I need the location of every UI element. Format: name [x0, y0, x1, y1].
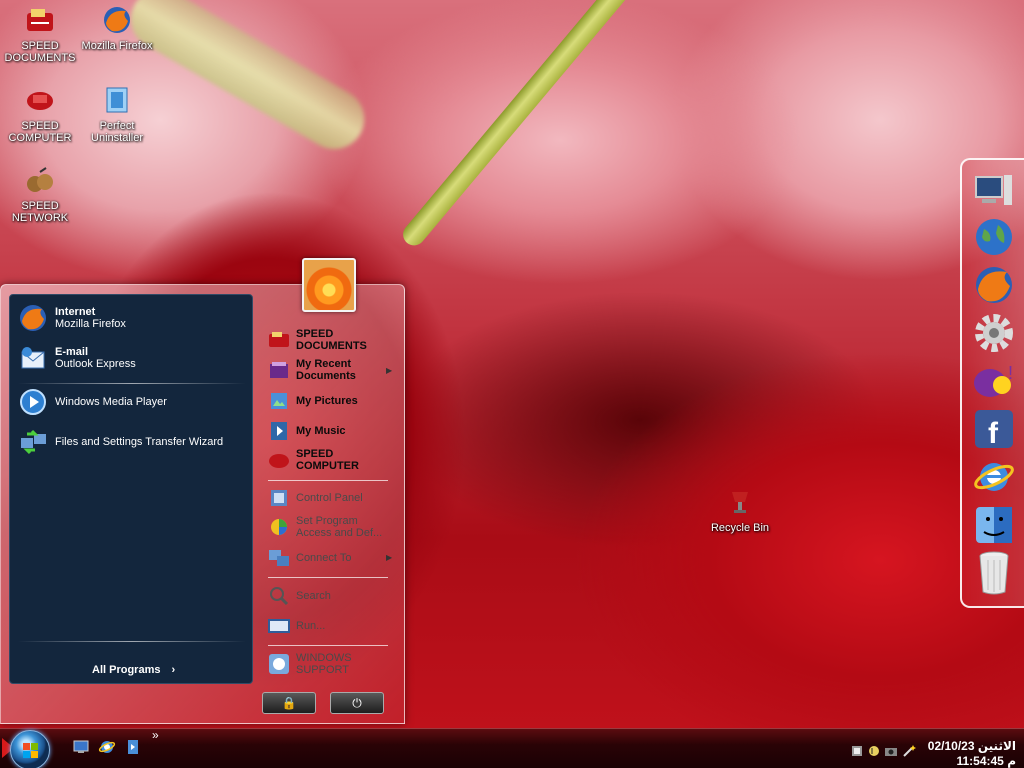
control-panel-icon — [268, 487, 290, 509]
desktop-icon-speed-computer[interactable]: SPEED COMPUTER — [0, 84, 80, 144]
facebook-icon: f — [974, 409, 1014, 454]
all-programs-button[interactable]: All Programs › — [92, 664, 175, 676]
start-right-run[interactable]: Run... — [268, 615, 325, 637]
trash-icon — [977, 550, 1011, 601]
start-right-my-recent-documents[interactable]: My Recent Documents — [268, 358, 356, 382]
desktop-icon-mozilla-firefox[interactable]: Mozilla Firefox — [77, 4, 157, 52]
start-right-my-pictures[interactable]: My Pictures — [268, 390, 358, 412]
yahoo-messenger-icon: ! — [972, 361, 1016, 406]
desktop-icon-recycle-bin[interactable]: Recycle Bin — [700, 486, 780, 534]
recent-files-settings-transfer-wizard[interactable]: Files and Settings Transfer Wizard — [18, 427, 223, 457]
dock-globe[interactable] — [972, 218, 1016, 260]
pinned-internet[interactable]: Internet Mozilla Firefox — [18, 303, 126, 333]
desktop-icon-speed-documents[interactable]: SPEED DOCUMENTS — [0, 4, 80, 64]
shutdown-button[interactable]: ⏻ — [330, 692, 384, 714]
internet-explorer-icon — [972, 457, 1016, 502]
start-right-windows-support[interactable]: WINDOWS SUPPORT — [268, 652, 352, 676]
lock-icon: 🔒 — [281, 696, 297, 710]
speed-network-icon — [24, 164, 56, 196]
dock-yahoo-messenger[interactable]: ! — [972, 362, 1016, 404]
separator — [268, 480, 388, 481]
start-right-connect-to[interactable]: Connect To — [268, 547, 351, 569]
svg-text:f: f — [988, 417, 999, 449]
media-player-icon — [126, 739, 140, 760]
transfer-wizard-icon — [18, 427, 48, 457]
connect-to-icon — [268, 547, 290, 569]
start-right-control-panel[interactable]: Control Panel — [268, 487, 363, 509]
start-menu-left-pane: Internet Mozilla Firefox E-mail Outlook Ex… — [9, 294, 253, 684]
dock-facebook[interactable]: f — [972, 409, 1016, 454]
search-icon — [268, 585, 290, 607]
media-player-icon — [18, 387, 48, 417]
submenu-arrow-icon: ▶ — [386, 553, 393, 562]
recycle-bin-icon — [724, 486, 756, 518]
user-picture[interactable] — [302, 258, 356, 312]
recent-documents-icon — [268, 359, 290, 381]
start-right-set-program-access[interactable]: Set Program Access and Def... — [268, 515, 382, 539]
perfect-uninstaller-icon — [101, 84, 133, 116]
speed-computer-icon — [268, 449, 290, 471]
arrow-right-icon: › — [171, 664, 176, 676]
dock-trash[interactable] — [972, 551, 1016, 596]
lock-button[interactable]: 🔒 — [262, 692, 316, 714]
music-icon — [268, 420, 290, 442]
windows-support-icon — [268, 653, 290, 675]
internet-explorer-icon — [98, 739, 116, 760]
speed-computer-icon — [24, 84, 56, 116]
start-button[interactable] — [10, 730, 50, 768]
separator — [18, 383, 246, 384]
show-desktop-icon — [73, 740, 89, 759]
desktop-icon-perfect-uninstaller[interactable]: Perfect Uninstaller — [77, 84, 157, 144]
dock-settings[interactable] — [972, 313, 1016, 358]
submenu-arrow-icon: ▶ — [386, 366, 393, 375]
svg-text:!: ! — [1008, 363, 1013, 383]
dock-computer[interactable] — [972, 172, 1016, 214]
set-program-access-icon — [268, 516, 290, 538]
computer-icon — [974, 173, 1014, 214]
windows-logo-icon — [23, 743, 39, 764]
separator — [268, 577, 388, 578]
separator — [268, 645, 388, 646]
pinned-email[interactable]: E-mail Outlook Express — [18, 343, 136, 373]
settings-gear-icon — [974, 313, 1014, 358]
quicklaunch-media-player[interactable] — [124, 739, 142, 760]
firefox-icon — [101, 4, 133, 36]
quicklaunch-show-desktop[interactable] — [72, 740, 90, 758]
dock-internet-explorer[interactable] — [972, 458, 1016, 500]
tray-camera-icon[interactable] — [884, 744, 898, 758]
clock-time: م 11:54:45 — [956, 754, 1016, 768]
start-right-search[interactable]: Search — [268, 585, 331, 607]
speed-documents-icon — [268, 329, 290, 351]
start-right-my-music[interactable]: My Music — [268, 420, 346, 442]
firefox-icon — [18, 303, 48, 333]
system-clock[interactable]: الاثنين 02/10/23 م 11:54:45 — [928, 739, 1016, 768]
tray-network-icon[interactable] — [850, 744, 864, 758]
power-icon: ⏻ — [352, 695, 362, 710]
clock-date: الاثنين 02/10/23 — [927, 739, 1016, 753]
quicklaunch-internet-explorer[interactable] — [98, 740, 116, 758]
globe-icon — [974, 217, 1014, 262]
cherry-stem-blur — [120, 0, 376, 160]
desktop-icon-speed-network[interactable]: SPEED NETWORK — [0, 164, 80, 224]
taskbar-overflow-chevron[interactable]: » — [152, 728, 159, 742]
outlook-express-icon — [18, 343, 48, 373]
firefox-icon — [973, 264, 1015, 311]
dock-firefox[interactable] — [972, 266, 1016, 308]
tray-volume-icon[interactable] — [867, 744, 881, 758]
tray-wand-icon[interactable] — [902, 744, 916, 758]
run-icon — [268, 615, 290, 637]
pictures-icon — [268, 390, 290, 412]
recent-windows-media-player[interactable]: Windows Media Player — [18, 387, 167, 417]
cherry-stem — [398, 0, 647, 250]
separator — [18, 641, 246, 642]
speed-documents-icon — [24, 4, 56, 36]
finder-icon — [974, 505, 1014, 550]
start-right-speed-documents[interactable]: SPEED DOCUMENTS — [268, 328, 367, 352]
dock-finder[interactable] — [972, 506, 1016, 548]
start-right-speed-computer[interactable]: SPEED COMPUTER — [268, 448, 359, 472]
